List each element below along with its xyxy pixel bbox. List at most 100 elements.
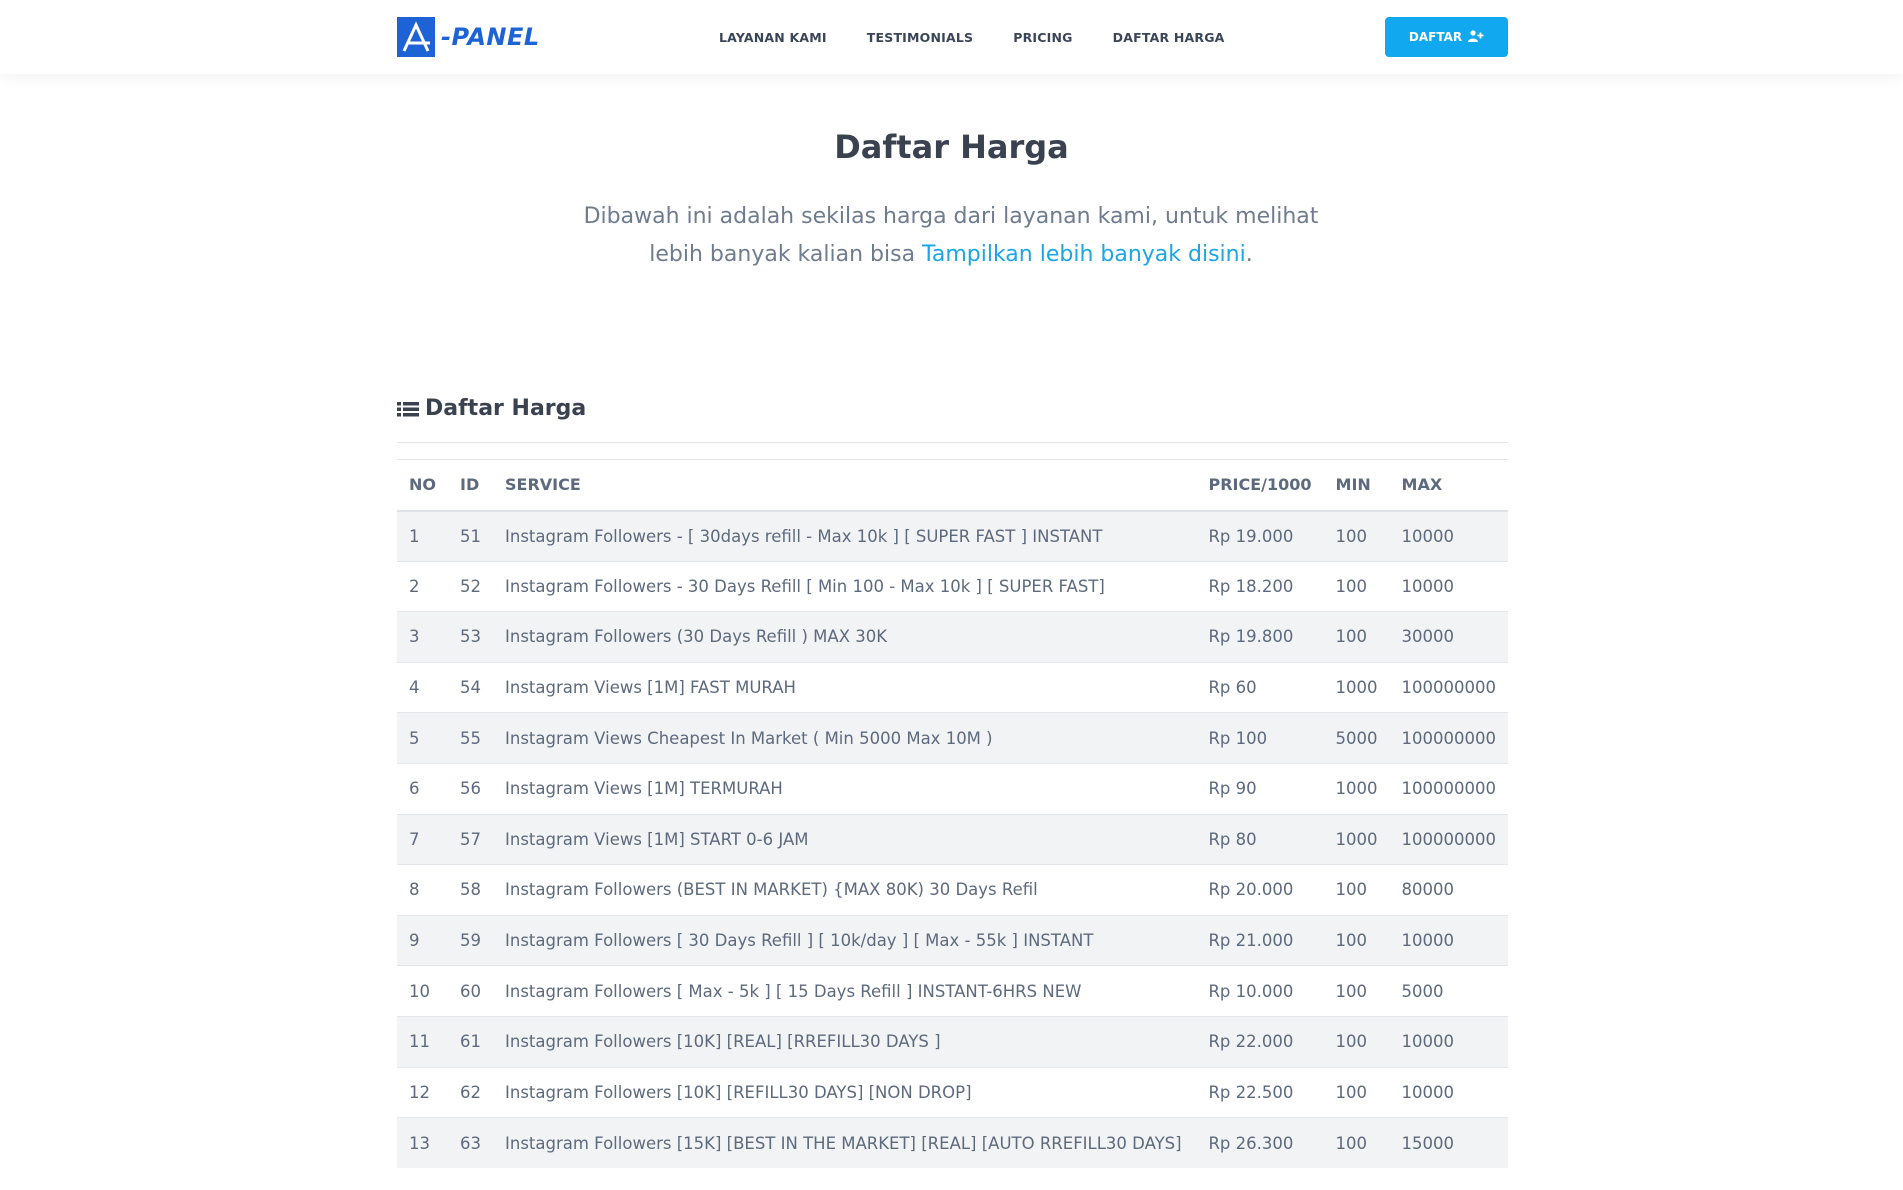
cell-service: Instagram Followers - 30 Days Refill [ M… — [493, 560, 1197, 612]
cell-id: 58 — [448, 864, 493, 916]
price-table-wrapper: NO ID SERVICE PRICE/1000 MIN MAX 1 51 Inst… — [397, 459, 1508, 1169]
cell-id: 52 — [448, 560, 493, 612]
cell-service: Instagram Views Cheapest In Market ( Min… — [493, 712, 1197, 764]
cell-no: 12 — [397, 1066, 448, 1118]
table-row: 2 52 Instagram Followers - 30 Days Refill … — [397, 560, 1508, 612]
nav-link-testimonials[interactable]: TESTIMONIALS — [867, 30, 973, 45]
cell-price: Rp 21.000 — [1196, 914, 1324, 966]
nav-link-daftar-harga[interactable]: DAFTAR HARGA — [1113, 30, 1225, 45]
cell-max: 10000 — [1389, 560, 1508, 612]
subtitle-suffix: . — [1245, 242, 1253, 267]
table-row: 10 60 Instagram Followers [ Max - 5k ] [ 1… — [397, 965, 1508, 1017]
cell-max: 100000000 — [1389, 661, 1508, 713]
column-header-no: NO — [409, 475, 436, 495]
cell-min: 100 — [1323, 965, 1390, 1017]
logo[interactable]: -PANEL — [397, 17, 540, 57]
nav-link-pricing[interactable]: PRICING — [1013, 30, 1072, 45]
cell-id: 51 — [448, 510, 493, 562]
daftar-button-label: DAFTAR — [1408, 30, 1463, 44]
cell-max: 30000 — [1389, 611, 1508, 663]
daftar-button[interactable]: DAFTAR — [1385, 17, 1508, 57]
table-body: 1 51 Instagram Followers - [ 30days refill… — [397, 510, 1508, 1169]
cell-price: Rp 10.000 — [1196, 965, 1324, 1017]
cell-service: Instagram Views [1M] FAST MURAH — [493, 661, 1197, 713]
table-row: 9 59 Instagram Followers [ 30 Days Refill … — [397, 914, 1508, 966]
cell-price: Rp 26.300 — [1196, 1117, 1324, 1169]
cell-min: 100 — [1323, 1117, 1390, 1169]
cell-service: Instagram Followers - [ 30days refill - … — [493, 510, 1197, 562]
cell-service: Instagram Followers (30 Days Refill ) MA… — [493, 611, 1197, 663]
cell-price: Rp 19.800 — [1196, 611, 1324, 663]
main-nav: LAYANAN KAMI TESTIMONIALS PRICING DAFTAR… — [719, 0, 1265, 74]
subtitle-line-1: Dibawah ini adalah sekilas harga dari la… — [583, 204, 1319, 229]
cell-service: Instagram Followers [ Max - 5k ] [ 15 Da… — [493, 965, 1197, 1017]
cell-max: 100000000 — [1389, 762, 1508, 815]
page-subtitle: Dibawah ini adalah sekilas harga dari la… — [551, 198, 1351, 274]
cell-max: 100000000 — [1389, 712, 1508, 764]
cell-service: Instagram Followers [10K] [REAL] [RREFIL… — [493, 1015, 1197, 1068]
cell-price: Rp 80 — [1196, 813, 1324, 865]
cell-id: 57 — [448, 813, 493, 865]
table-row: 5 55 Instagram Views Cheapest In Market ( … — [397, 712, 1508, 764]
cell-service: Instagram Followers [10K] [REFILL30 DAYS… — [493, 1066, 1197, 1118]
user-plus-icon — [1468, 29, 1484, 45]
cell-min: 100 — [1323, 1015, 1390, 1068]
cell-max: 10000 — [1389, 914, 1508, 966]
column-header-max: MAX — [1401, 475, 1443, 495]
column-header-id: ID — [460, 475, 480, 495]
cell-no: 6 — [397, 762, 448, 815]
column-header-min: MIN — [1335, 475, 1371, 495]
cell-min: 100 — [1323, 914, 1390, 966]
cell-min: 1000 — [1323, 762, 1390, 815]
cell-min: 100 — [1323, 611, 1390, 663]
cell-max: 80000 — [1389, 864, 1508, 916]
list-icon — [397, 396, 419, 425]
cell-price: Rp 19.000 — [1196, 510, 1324, 562]
table-row: 1 51 Instagram Followers - [ 30days refill… — [397, 510, 1508, 562]
cell-no: 10 — [397, 965, 448, 1017]
table-row: 13 63 Instagram Followers [15K] [BEST IN T… — [397, 1117, 1508, 1169]
cell-no: 1 — [397, 510, 448, 562]
price-table: NO ID SERVICE PRICE/1000 MIN MAX 1 51 Inst… — [397, 459, 1508, 1169]
cell-price: Rp 22.500 — [1196, 1066, 1324, 1118]
cell-price: Rp 60 — [1196, 661, 1324, 713]
cell-id: 53 — [448, 611, 493, 663]
cell-no: 13 — [397, 1117, 448, 1169]
cell-no: 9 — [397, 914, 448, 966]
cell-no: 11 — [397, 1015, 448, 1068]
cell-min: 100 — [1323, 864, 1390, 916]
column-header-service: SERVICE — [505, 475, 581, 495]
logo-mark-icon — [397, 17, 435, 57]
cell-price: Rp 100 — [1196, 712, 1324, 764]
table-row: 12 62 Instagram Followers [10K] [REFILL30 … — [397, 1066, 1508, 1118]
table-row: 8 58 Instagram Followers (BEST IN MARKET) … — [397, 864, 1508, 916]
cell-price: Rp 20.000 — [1196, 864, 1324, 916]
cell-no: 3 — [397, 611, 448, 663]
cell-min: 1000 — [1323, 661, 1390, 713]
cell-id: 60 — [448, 965, 493, 1017]
table-row: 3 53 Instagram Followers (30 Days Refill )… — [397, 611, 1508, 663]
cell-max: 10000 — [1389, 1066, 1508, 1118]
show-more-link[interactable]: Tampilkan lebih banyak disini — [922, 242, 1246, 267]
cell-service: Instagram Followers [ 30 Days Refill ] [… — [493, 914, 1197, 966]
cell-price: Rp 22.000 — [1196, 1015, 1324, 1068]
cell-min: 1000 — [1323, 813, 1390, 865]
cell-min: 100 — [1323, 1066, 1390, 1118]
cell-no: 5 — [397, 712, 448, 764]
cell-max: 5000 — [1389, 965, 1508, 1017]
cell-max: 10000 — [1389, 510, 1508, 562]
cell-price: Rp 90 — [1196, 762, 1324, 815]
navbar: -PANEL LAYANAN KAMI TESTIMONIALS PRICING… — [0, 0, 1903, 74]
cell-no: 2 — [397, 560, 448, 612]
table-row: 7 57 Instagram Views [1M] START 0-6 JAM Rp … — [397, 813, 1508, 865]
nav-link-layanan-kami[interactable]: LAYANAN KAMI — [719, 30, 827, 45]
subtitle-line-2: lebih banyak kalian bisa — [649, 242, 923, 267]
table-row: 6 56 Instagram Views [1M] TERMURAH Rp 90 100… — [397, 762, 1508, 815]
cell-service: Instagram Followers [15K] [BEST IN THE M… — [493, 1117, 1197, 1169]
cell-service: Instagram Views [1M] TERMURAH — [493, 762, 1197, 815]
table-row: 11 61 Instagram Followers [10K] [REAL] [RR… — [397, 1015, 1508, 1068]
column-header-price: PRICE/1000 — [1208, 475, 1312, 495]
cell-min: 100 — [1323, 560, 1390, 612]
page-title: Daftar Harga — [834, 128, 1069, 166]
cell-id: 61 — [448, 1015, 493, 1068]
